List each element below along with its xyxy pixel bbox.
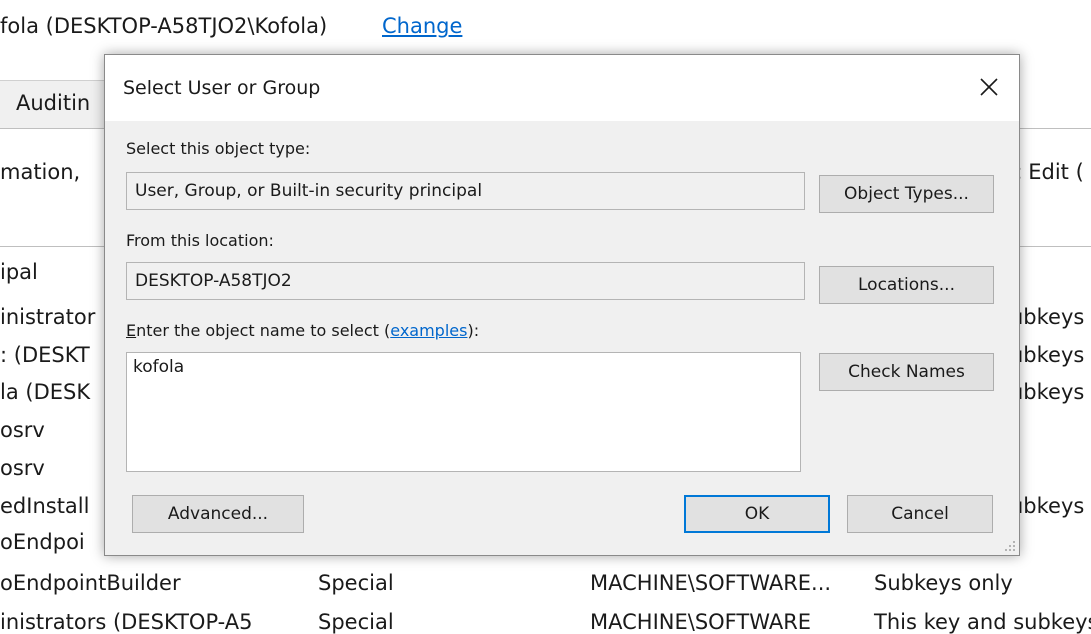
- location-label: From this location:: [126, 231, 274, 250]
- table-row-access: Special: [318, 571, 394, 595]
- check-names-button[interactable]: Check Names: [819, 353, 994, 391]
- auditing-tab-label: Auditin: [16, 91, 91, 115]
- owner-text: fola (DESKTOP-A58TJO2\Kofola): [0, 14, 328, 38]
- table-cell-applies: ubkeys: [1010, 343, 1085, 367]
- table-row[interactable]: osrv: [0, 456, 106, 480]
- table-row[interactable]: oEndpoi: [0, 530, 106, 554]
- dialog-title: Select User or Group: [123, 77, 321, 99]
- close-button[interactable]: [969, 67, 1009, 107]
- table-row-principal[interactable]: inistrators (DESKTOP-A5: [0, 610, 253, 634]
- table-row[interactable]: inistrator: [0, 305, 106, 329]
- object-name-label-text: nter the object name to select (: [136, 321, 391, 340]
- cancel-button[interactable]: Cancel: [847, 495, 993, 533]
- close-icon: [980, 78, 998, 96]
- examples-link[interactable]: examples: [390, 321, 467, 340]
- table-row[interactable]: la (DESK: [0, 380, 106, 404]
- owner-change-link[interactable]: Change: [382, 14, 462, 38]
- object-name-label-accel: E: [126, 321, 137, 340]
- table-cell-applies: ubkeys: [1010, 380, 1085, 404]
- table-row[interactable]: edInstall: [0, 494, 106, 518]
- object-types-button[interactable]: Object Types...: [819, 175, 994, 213]
- object-name-label: Enter the object name to select (example…: [126, 321, 479, 340]
- table-cell-applies: ubkeys: [1010, 305, 1085, 329]
- object-name-label-end: ):: [467, 321, 480, 340]
- column-header-right: c Edit (: [1010, 160, 1084, 184]
- table-cell-applies: ubkeys: [1010, 494, 1085, 518]
- table-row[interactable]: ipal: [0, 260, 106, 284]
- advanced-button[interactable]: Advanced...: [132, 495, 304, 533]
- column-header-left: mation,: [0, 160, 81, 184]
- table-row-inherited: MACHINE\SOFTWARE...: [590, 571, 832, 595]
- location-field: DESKTOP-A58TJO2: [126, 262, 805, 300]
- table-row[interactable]: osrv: [0, 418, 106, 442]
- table-row-applies: Subkeys only: [874, 571, 1013, 595]
- resize-grip-icon[interactable]: [1002, 538, 1016, 552]
- ok-button[interactable]: OK: [684, 495, 830, 533]
- locations-button[interactable]: Locations...: [819, 266, 994, 304]
- table-row-principal[interactable]: oEndpointBuilder: [0, 571, 181, 595]
- table-row[interactable]: : (DESKT: [0, 343, 106, 367]
- table-row-access: Special: [318, 610, 394, 634]
- dialog-body: Select this object type: User, Group, or…: [105, 121, 1019, 555]
- table-row-applies: This key and subkeys: [874, 610, 1091, 634]
- table-row-inherited: MACHINE\SOFTWARE: [590, 610, 812, 634]
- object-type-label: Select this object type:: [126, 139, 311, 158]
- select-user-dialog: Select User or Group Select this object …: [104, 54, 1020, 556]
- object-type-field: User, Group, or Built-in security princi…: [126, 172, 805, 210]
- object-name-input[interactable]: kofola: [126, 352, 801, 472]
